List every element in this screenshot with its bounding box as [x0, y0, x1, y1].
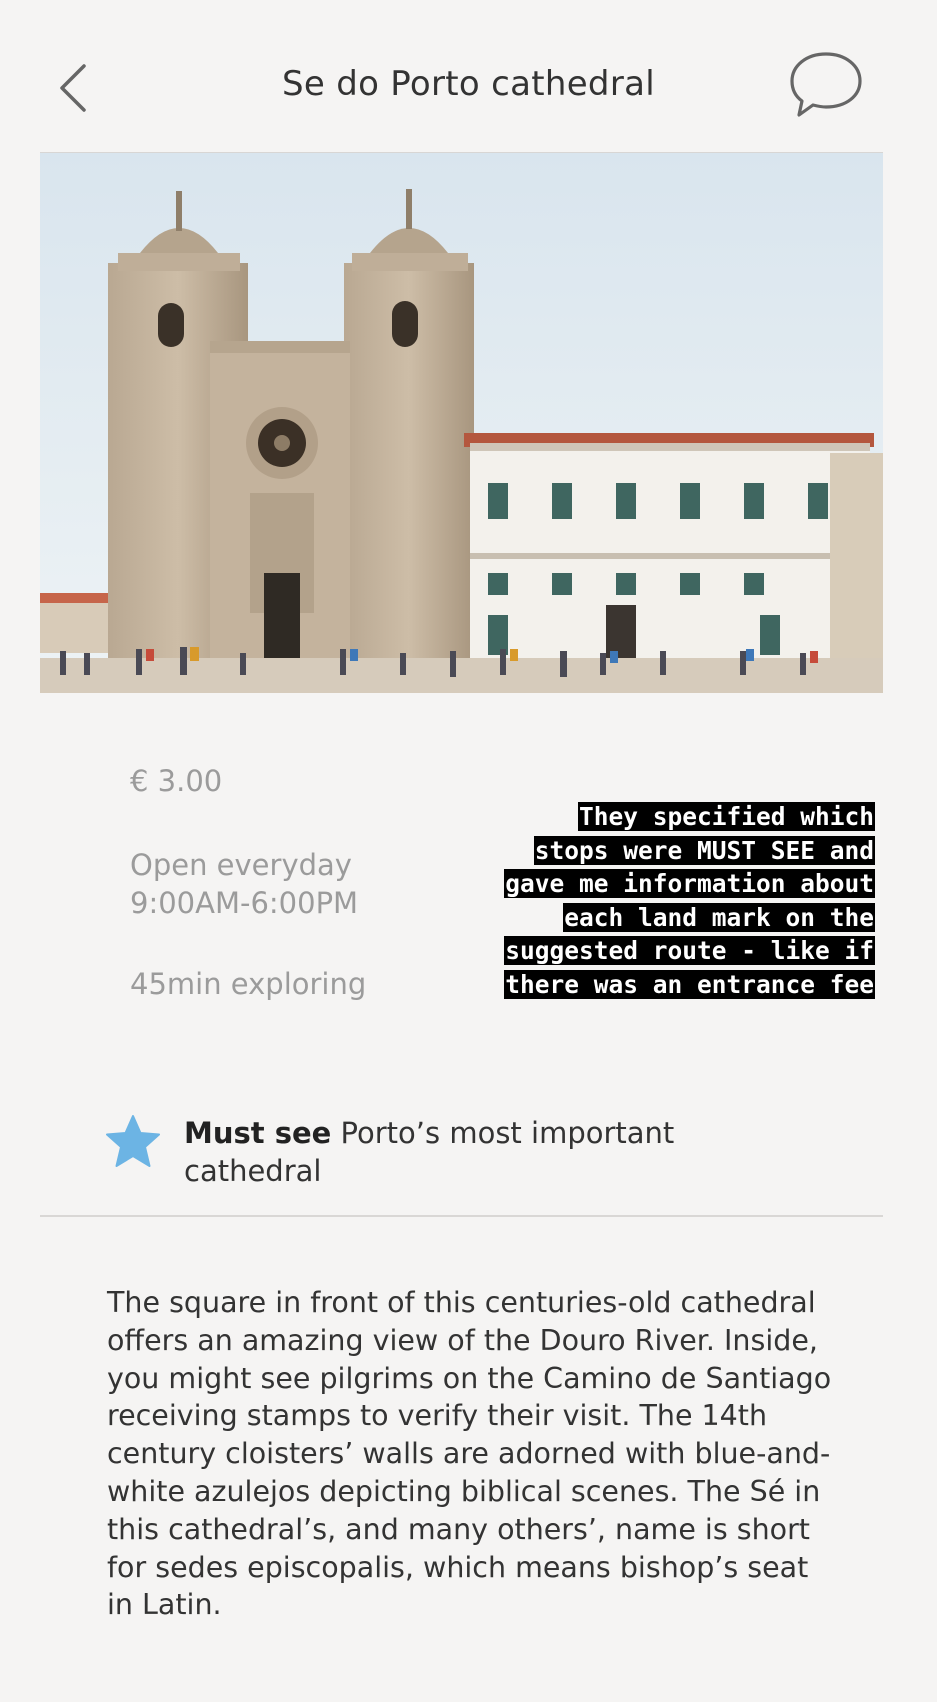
story-caption-overlay: They specified which stops were MUST SEE…	[415, 800, 875, 1002]
caption-line: suggested route - like if	[504, 936, 875, 966]
must-see-line1: Porto’s most important	[331, 1116, 675, 1150]
cathedral-photo	[40, 153, 883, 693]
top-bar: Se do Porto cathedral	[0, 0, 937, 152]
landmark-description: The square in front of this centuries-ol…	[107, 1286, 832, 1622]
caption-line: gave me information about	[504, 869, 875, 899]
entrance-fee: € 3.00	[130, 764, 223, 798]
must-see-line2: cathedral	[184, 1154, 322, 1188]
must-see-label: Must see	[184, 1116, 332, 1150]
opening-days: Open everyday	[130, 848, 352, 882]
star-icon	[106, 1115, 160, 1167]
section-divider	[40, 1215, 883, 1217]
visit-duration: 45min exploring	[130, 967, 367, 1001]
must-see-description: Must see Porto’s most important cathedra…	[184, 1114, 744, 1190]
caption-line: They specified which	[577, 802, 875, 831]
comments-button[interactable]	[786, 48, 866, 120]
speech-bubble-icon	[790, 52, 862, 117]
caption-line: each land mark on the	[563, 902, 875, 932]
caption-line: stops were MUST SEE and	[533, 835, 875, 865]
opening-hours: Open everyday 9:00AM-6:00PM	[130, 846, 358, 922]
opening-times: 9:00AM-6:00PM	[130, 886, 359, 920]
caption-line: there was an entrance fee	[504, 969, 875, 999]
